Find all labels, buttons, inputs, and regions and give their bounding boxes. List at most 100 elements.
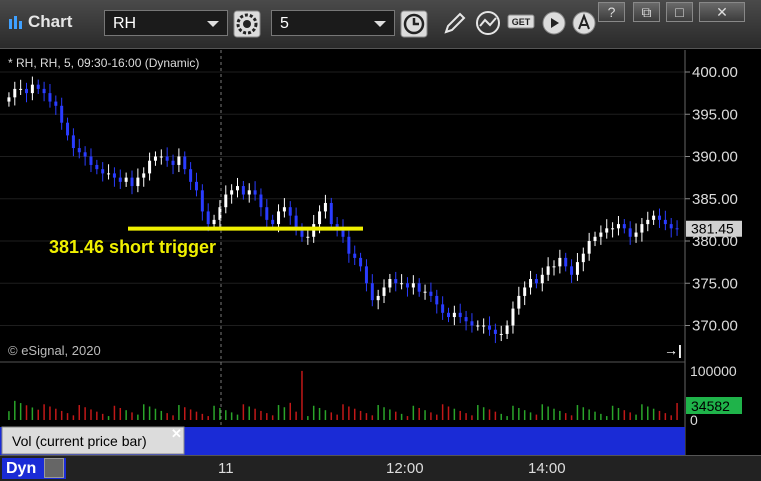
candle-body (464, 317, 468, 322)
volume-bar (307, 416, 309, 420)
candle-body (411, 283, 415, 288)
candle-body (400, 283, 404, 285)
candlesticks (7, 76, 679, 344)
volume-bar (623, 410, 626, 420)
candle-body (183, 156, 187, 170)
candle-body (552, 266, 556, 268)
x-tick-label: 12:00 (386, 460, 424, 477)
volume-bar (131, 412, 133, 420)
candle-body (165, 156, 169, 161)
volume-bar (518, 407, 520, 420)
volume-bar (547, 406, 549, 420)
candle-body (253, 190, 257, 195)
volume-bar (219, 407, 221, 420)
volume-bar (629, 412, 631, 420)
volume-bar (365, 413, 368, 420)
candle-body (36, 84, 40, 89)
candle-body (212, 219, 216, 225)
candle-body (66, 122, 70, 136)
candle-body (236, 186, 240, 191)
volume-bar (600, 413, 602, 420)
volume-bar (482, 407, 485, 420)
candle-body (517, 295, 521, 309)
volume-bar (96, 411, 98, 420)
volume-bar (424, 410, 426, 420)
volume-bar (148, 406, 151, 420)
volume-bar (242, 404, 245, 420)
candle-body (669, 224, 673, 229)
candle-body (177, 156, 181, 165)
price-chart[interactable]: * RH, RH, 5, 09:30-16:00 (Dynamic) © eSi… (0, 0, 761, 480)
candle-body (130, 177, 134, 187)
candle-body (124, 177, 128, 182)
candle-body (441, 304, 445, 313)
scroll-right-icon[interactable]: →| (664, 342, 682, 358)
candle-body (60, 105, 64, 123)
candle-body (306, 236, 310, 238)
candle-body (148, 160, 152, 174)
volume-bar (588, 409, 590, 420)
candle-body (48, 93, 52, 102)
volume-bar (535, 414, 538, 420)
volume-axis-labels: 100000 0 (690, 363, 737, 428)
candle-body (42, 88, 46, 94)
lock-icon[interactable] (44, 458, 64, 478)
candle-body (646, 219, 650, 225)
volume-bar (553, 408, 555, 420)
volume-bar (189, 409, 192, 420)
candle-body (353, 253, 357, 258)
candle-body (529, 279, 533, 288)
volume-bar (359, 410, 362, 420)
volume-bar (295, 411, 297, 420)
volume-bar (605, 416, 608, 420)
candle-body (370, 283, 374, 301)
last-price-marker: 381.45 (686, 220, 742, 237)
volume-bar (43, 404, 45, 420)
volume-bar (488, 409, 491, 420)
candle-body (458, 312, 462, 318)
volume-bar (113, 405, 116, 420)
candle-body (136, 177, 140, 187)
volume-bar (465, 413, 467, 420)
chart-header: * RH, RH, 5, 09:30-16:00 (Dynamic) (8, 56, 199, 70)
candle-body (488, 325, 492, 330)
candle-body (394, 279, 398, 284)
volume-bar (101, 413, 104, 420)
volume-bar (225, 410, 227, 420)
volume-bar (14, 400, 16, 420)
volume-bar (19, 403, 22, 420)
candle-body (452, 312, 456, 318)
volume-bar (160, 410, 163, 420)
candle-body (112, 173, 116, 178)
candle-body (505, 325, 509, 334)
candle-body (230, 190, 234, 195)
volume-bar (142, 404, 145, 420)
candle-body (564, 257, 568, 267)
volume-bar (541, 404, 544, 420)
candle-body (587, 241, 591, 254)
volume-bar (477, 405, 479, 420)
volume-bar (342, 404, 344, 420)
candle-body (558, 257, 562, 267)
volume-bar (453, 408, 456, 420)
status-bar: Dyn 11 12:00 14:00 (0, 455, 761, 481)
volume-bar (66, 413, 69, 420)
volume-bar (430, 412, 432, 420)
close-study-icon[interactable]: ✕ (171, 426, 182, 441)
candle-body (294, 215, 298, 229)
candle-body (605, 228, 609, 233)
volume-bar (594, 411, 596, 420)
candle-body (435, 295, 439, 305)
candle-body (364, 266, 368, 284)
volume-bar (436, 414, 438, 420)
candle-body (189, 169, 193, 182)
volume-bar (271, 415, 274, 420)
candle-body (224, 194, 228, 208)
candle-body (628, 228, 632, 237)
candle-body (259, 194, 263, 208)
volume-bar (570, 415, 573, 420)
candle-body (575, 262, 579, 275)
candle-body (19, 88, 23, 90)
candle-body (241, 186, 245, 195)
candle-body (359, 257, 363, 267)
